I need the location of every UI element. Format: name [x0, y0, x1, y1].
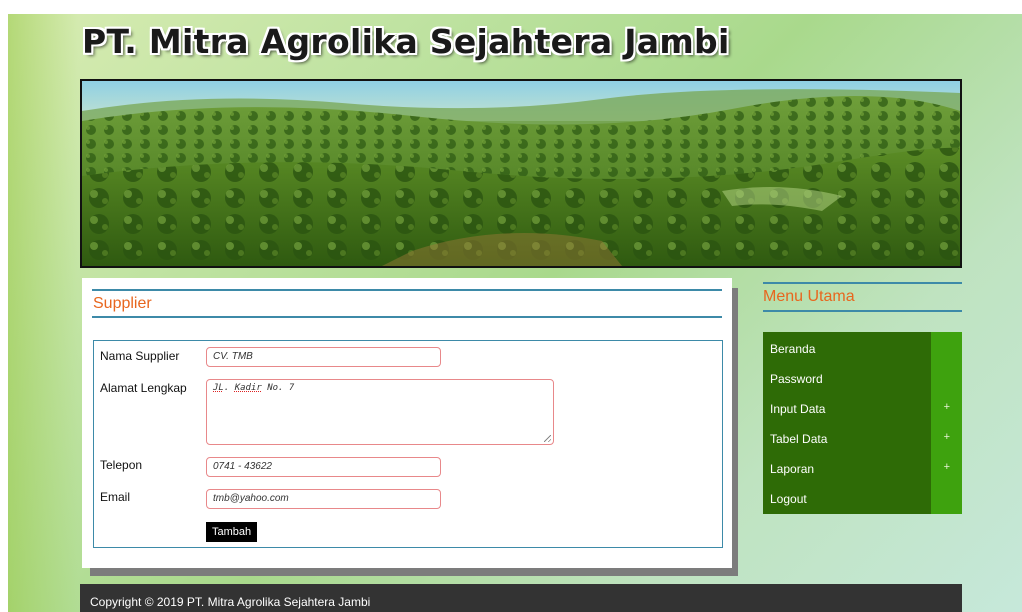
sidebar-item-label: Input Data: [770, 402, 826, 416]
sidebar-item-label: Beranda: [770, 342, 816, 356]
sidebar-item-tabel-data[interactable]: Tabel Data +: [763, 423, 962, 453]
telepon-label: Telepon: [100, 458, 143, 472]
nama-supplier-value: CV. TMB: [213, 351, 253, 362]
sidebar-item-label: Laporan: [770, 462, 815, 476]
expand-plus-icon[interactable]: +: [944, 461, 950, 473]
sidebar-item-label: Password: [770, 372, 823, 386]
site-title: PT. Mitra Agrolika Sejahtera Jambi: [82, 22, 730, 61]
content-panel: Supplier Nama Supplier CV. TMB Alamat Le…: [82, 278, 732, 568]
alamat-value-part: JL: [213, 383, 224, 393]
sidebar-title: Menu Utama: [763, 288, 855, 305]
nama-supplier-input[interactable]: CV. TMB: [206, 347, 441, 367]
nama-supplier-label: Nama Supplier: [100, 349, 180, 363]
section-divider-top: [92, 289, 722, 291]
footer: Copyright © 2019 PT. Mitra Agrolika Seja…: [80, 584, 962, 612]
sidebar-item-label: Logout: [770, 492, 807, 506]
section-divider-bottom: [92, 316, 722, 318]
header-banner-image: [80, 79, 962, 268]
email-value: tmb@yahoo.com: [213, 493, 289, 504]
alamat-lengkap-textarea[interactable]: JL. Kadir No. 7: [206, 379, 554, 445]
sidebar-item-label: Tabel Data: [770, 432, 828, 446]
supplier-form: Nama Supplier CV. TMB Alamat Lengkap JL.…: [93, 340, 723, 548]
plantation-illustration: [82, 81, 960, 266]
sidebar-item-logout[interactable]: Logout: [763, 483, 962, 513]
telepon-input[interactable]: 0741 - 43622: [206, 457, 441, 477]
expand-plus-icon[interactable]: +: [944, 401, 950, 413]
sidebar-menu: Beranda Password Input Data + Tabel Data…: [763, 332, 962, 514]
sidebar-item-beranda[interactable]: Beranda: [763, 333, 962, 363]
alamat-value-part: .: [223, 383, 235, 393]
email-input[interactable]: tmb@yahoo.com: [206, 489, 441, 509]
menu-divider-top: [763, 282, 962, 284]
menu-divider-bottom: [763, 310, 962, 312]
tambah-button[interactable]: Tambah: [206, 522, 258, 542]
alamat-lengkap-label: Alamat Lengkap: [100, 381, 187, 395]
alamat-value-part: No. 7: [261, 383, 295, 393]
alamat-value-part: Kadir: [234, 383, 262, 393]
telepon-value: 0741 - 43622: [213, 461, 272, 472]
sidebar-item-input-data[interactable]: Input Data +: [763, 393, 962, 423]
section-title: Supplier: [93, 295, 152, 312]
footer-copyright: Copyright © 2019 PT. Mitra Agrolika Seja…: [90, 595, 371, 609]
sidebar-item-password[interactable]: Password: [763, 363, 962, 393]
expand-plus-icon[interactable]: +: [944, 431, 950, 443]
sidebar-item-laporan[interactable]: Laporan +: [763, 453, 962, 483]
textarea-resize-grip[interactable]: [544, 435, 551, 442]
email-label: Email: [100, 490, 131, 504]
